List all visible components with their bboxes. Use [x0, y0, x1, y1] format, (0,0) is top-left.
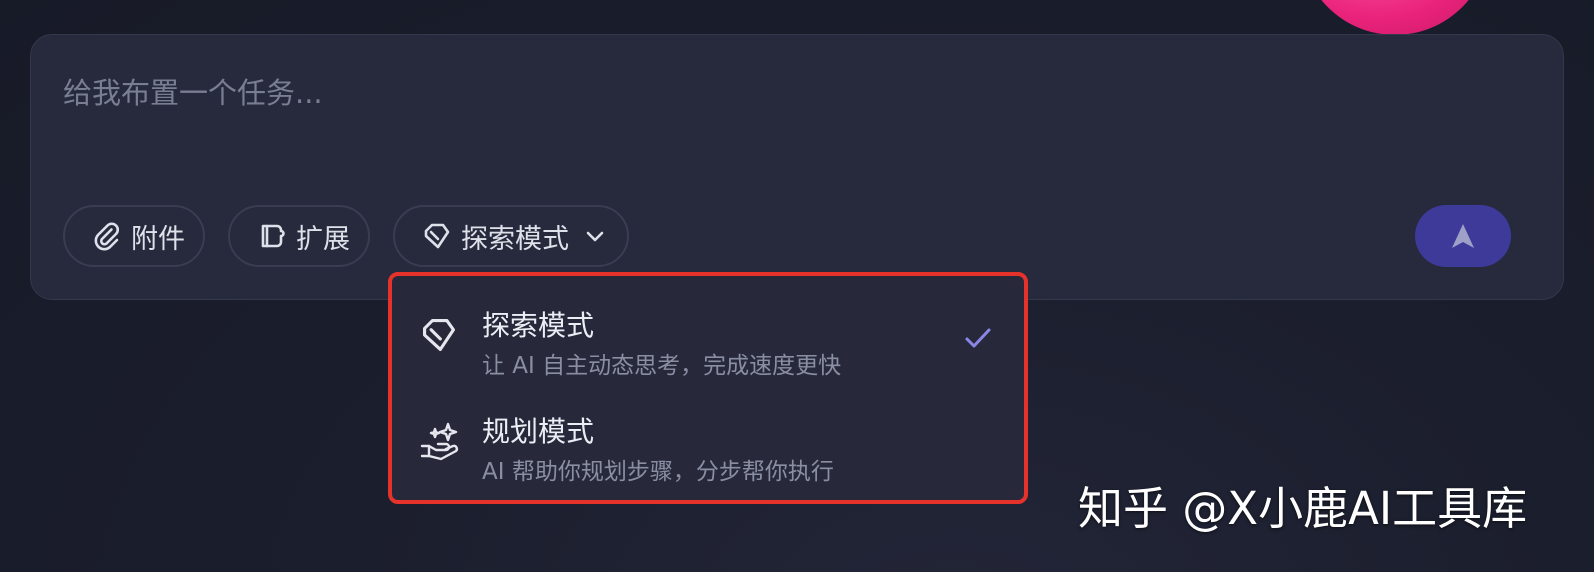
send-button[interactable] — [1415, 205, 1511, 267]
attach-button[interactable]: 附件 — [63, 205, 205, 267]
watermark-text: 知乎 @X小鹿AI工具库 — [1078, 482, 1528, 535]
extend-button[interactable]: 扩展 — [228, 205, 370, 267]
hand-sparkle-icon — [418, 420, 460, 462]
mode-select-button[interactable]: 探索模式 — [393, 205, 629, 267]
mode-option-description: 让 AI 自主动态思考，完成速度更快 — [482, 353, 842, 379]
extend-label: 扩展 — [296, 223, 350, 255]
mode-dropdown-menu: 探索模式 让 AI 自主动态思考，完成速度更快 规划模式 AI 帮助你规划步骤，… — [388, 272, 1028, 504]
mode-option-description: AI 帮助你规划步骤，分步帮你执行 — [482, 459, 834, 485]
tag-icon — [421, 220, 453, 252]
mode-option-explore[interactable]: 探索模式 让 AI 自主动态思考，完成速度更快 — [392, 276, 1024, 379]
mode-option-title: 探索模式 — [482, 309, 595, 342]
task-composer: 附件 扩展 探索模式 — [30, 34, 1564, 300]
plugin-icon — [256, 220, 288, 252]
task-input[interactable] — [63, 71, 1503, 115]
chevron-down-icon — [581, 222, 609, 250]
attach-label: 附件 — [131, 223, 185, 255]
paperclip-icon — [91, 220, 123, 252]
mode-label: 探索模式 — [461, 223, 569, 255]
decorative-blob — [1300, 0, 1490, 35]
check-icon — [960, 320, 996, 356]
tag-icon — [418, 314, 460, 356]
mode-option-plan[interactable]: 规划模式 AI 帮助你规划步骤，分步帮你执行 — [392, 382, 1024, 485]
mode-option-title: 规划模式 — [482, 415, 595, 448]
send-arrow-icon — [1447, 220, 1479, 252]
